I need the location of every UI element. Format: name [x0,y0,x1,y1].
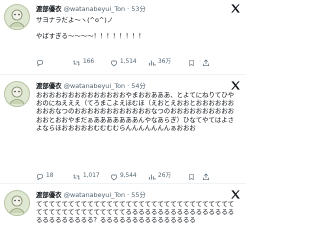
share-button[interactable] [202,173,212,181]
tweet-header: 渡部優衣 @watanabeyui_Ton · 54分 [36,81,242,91]
tweet-1[interactable]: 渡部優衣 @watanabeyui_Ton · 53分 サヨナラだよ〜ヽ(^o^… [0,0,246,74]
reply-button[interactable]: 18 [36,172,72,181]
divider [0,183,246,184]
author-name[interactable]: 渡部優衣 [36,191,62,199]
tweet-actions: 18 1,017 9,544 26万 [36,172,240,181]
reply-count: 18 [46,173,54,179]
bookmark-button[interactable] [188,59,202,67]
avatar-icon [5,191,29,215]
view-count: 26万 [158,173,172,179]
view-count: 36万 [158,59,172,65]
avatar-icon [5,5,29,29]
bookmark-button[interactable] [188,173,202,181]
avatar[interactable] [4,190,30,216]
tweet-actions: 166 1,514 36万 [36,58,240,67]
views-icon [148,60,156,66]
like-icon [110,60,118,66]
tweet-text: てててててててててててててててててててててててててててててててててててててててて… [36,200,235,225]
tweet-feed: 渡部優衣 @watanabeyui_Ton · 53分 サヨナラだよ〜ヽ(^o^… [0,0,246,250]
tweet-text: サヨナラだよ〜ヽ(^o^)ノ やばすぎる〜〜〜〜！！！！！！！！ [36,16,145,41]
avatar[interactable] [4,4,30,30]
author-name[interactable]: 渡部優衣 [36,82,62,90]
like-icon [110,174,118,180]
reply-button[interactable] [36,59,72,67]
bookmark-icon [189,59,194,66]
like-count: 9,544 [120,173,137,179]
share-icon [203,59,209,66]
retweet-button[interactable]: 166 [72,58,110,67]
avatar-icon [5,82,29,106]
bookmark-icon [189,173,194,180]
share-icon [203,173,209,180]
like-button[interactable]: 1,514 [110,58,148,67]
retweet-count: 1,017 [83,173,100,179]
author-handle[interactable]: @watanabeyui_Ton [64,5,126,13]
divider [0,74,246,75]
author-handle[interactable]: @watanabeyui_Ton [64,82,126,90]
views-button[interactable]: 26万 [148,172,188,181]
reply-icon [36,59,44,66]
tweet-2[interactable]: 渡部優衣 @watanabeyui_Ton · 54分 おおおおおおおおおおおお… [0,77,246,181]
x-logo-icon [230,189,241,200]
tweet-time[interactable]: 54分 [131,82,146,90]
x-logo-icon [230,3,241,14]
like-count: 1,514 [120,59,137,65]
tweet-time[interactable]: 55分 [131,191,146,199]
avatar[interactable] [4,81,30,107]
author-handle[interactable]: @watanabeyui_Ton [64,191,126,199]
reply-icon [36,173,44,180]
tweet-time[interactable]: 53分 [131,5,146,13]
separator-dot: · [127,191,130,199]
retweet-button[interactable]: 1,017 [72,172,110,181]
like-button[interactable]: 9,544 [110,172,148,181]
retweet-icon [73,59,80,66]
share-button[interactable] [202,59,212,67]
tweet-header: 渡部優衣 @watanabeyui_Ton · 55分 [36,190,242,200]
x-logo-icon [230,80,241,91]
separator-dot: · [127,82,130,90]
tweet-text: おおおおおおおおおおおおおおやまおおあああ、とよてにねりてひやおのにねえええ（て… [36,91,235,132]
tweet-header: 渡部優衣 @watanabeyui_Ton · 53分 [36,4,242,14]
author-name[interactable]: 渡部優衣 [36,5,62,13]
tweet-3[interactable]: 渡部優衣 @watanabeyui_Ton · 55分 てててててててててててて… [0,186,246,250]
separator-dot: · [127,5,130,13]
retweet-icon [73,173,80,180]
views-icon [148,174,156,180]
retweet-count: 166 [83,59,95,65]
views-button[interactable]: 36万 [148,58,188,67]
